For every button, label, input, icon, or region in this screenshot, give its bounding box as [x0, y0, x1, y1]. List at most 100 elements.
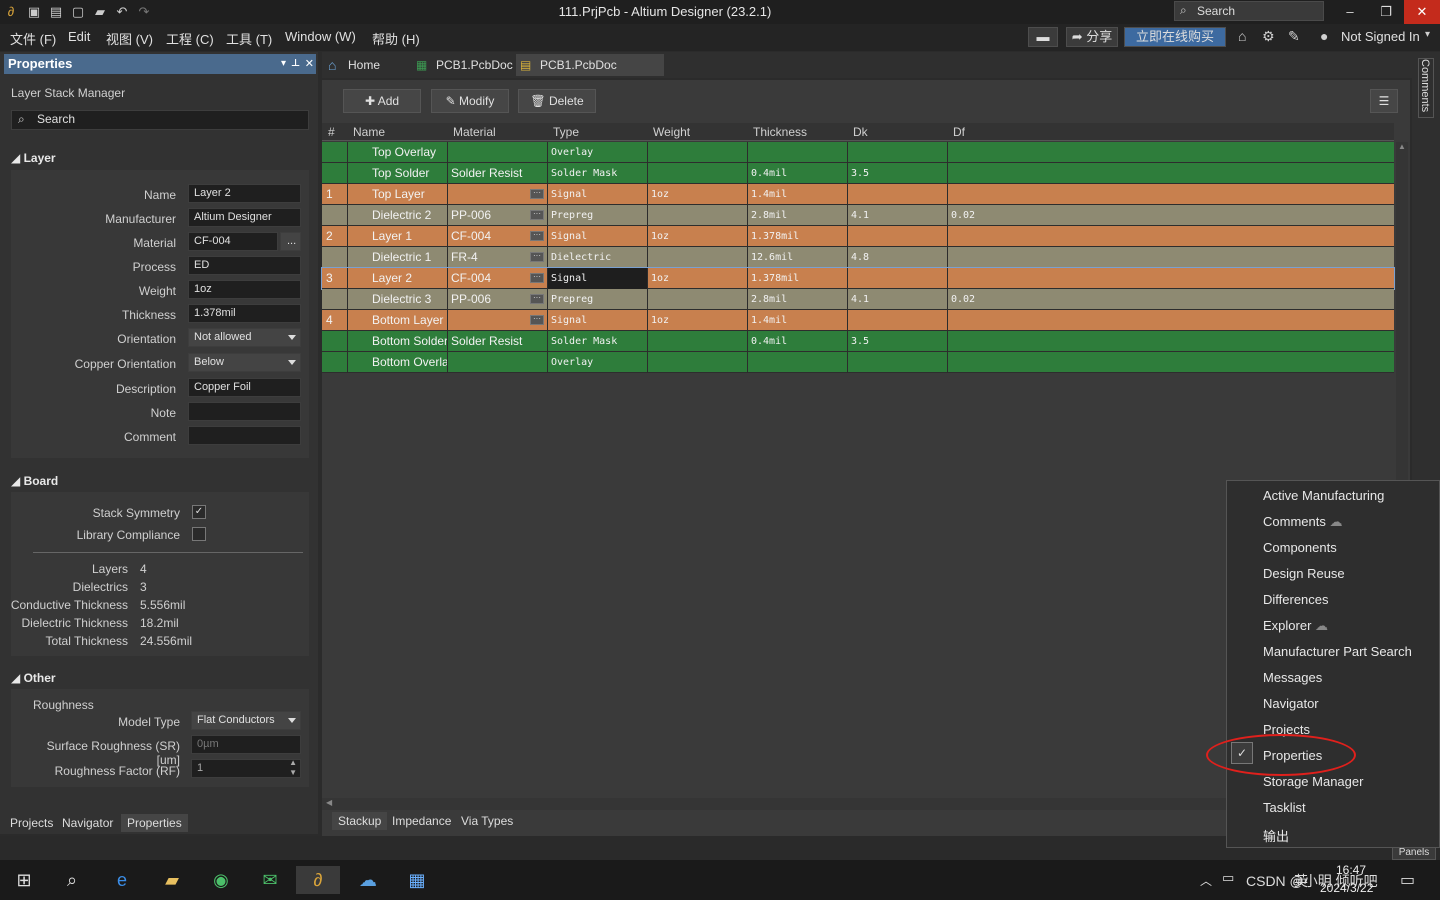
field-select[interactable]: Below — [188, 353, 301, 372]
panel-menu-item[interactable]: Components — [1263, 540, 1337, 555]
panel-menu-item[interactable]: Design Reuse — [1263, 566, 1345, 581]
tray-chevron-icon[interactable]: ︿ — [1200, 872, 1212, 889]
menu-edit[interactable]: Edit — [68, 29, 90, 44]
table-row[interactable]: 2 Layer 1 CF-004 Signal 1oz 1.378mil ··· — [322, 226, 1394, 247]
column-header[interactable]: Df — [953, 125, 965, 139]
field-input[interactable]: CF-004 — [188, 232, 278, 251]
dropdown-icon[interactable]: ▾ — [281, 54, 286, 74]
chevron-down-icon[interactable]: ▾ — [1425, 29, 1430, 40]
material-browse-button[interactable]: ... — [280, 232, 301, 251]
model-type-select[interactable]: Flat Conductors — [191, 711, 301, 730]
browser-icon[interactable]: ◉ — [207, 866, 235, 894]
column-header[interactable]: Dk — [853, 125, 868, 139]
panel-menu-item[interactable]: Manufacturer Part Search — [1263, 644, 1412, 659]
panel-menu-item[interactable]: Messages — [1263, 670, 1322, 685]
stepper-icon[interactable]: ▲ ▼ — [289, 758, 297, 778]
column-header[interactable]: Name — [353, 125, 385, 139]
material-picker-button[interactable]: ··· — [530, 210, 544, 220]
panel-menu-item[interactable]: Comments ☁ — [1263, 514, 1342, 530]
notification-icon[interactable]: ▭ — [1400, 870, 1415, 890]
wechat-icon[interactable]: ✉ — [256, 866, 284, 894]
field-input[interactable]: 1oz — [188, 280, 301, 299]
tab-pcb-doc[interactable]: ▦PCB1.PcbDoc * — [412, 54, 514, 94]
table-row[interactable]: 4 Bottom Layer Signal 1oz 1.4mil ··· — [322, 310, 1394, 331]
menu-tools[interactable]: 工具 (T) — [226, 29, 272, 48]
pin-icon[interactable]: ⊥ — [291, 54, 300, 74]
field-input[interactable] — [188, 426, 301, 445]
table-row[interactable]: Top Solder Solder Resist Solder Mask 0.4mil… — [322, 163, 1394, 184]
scroll-left-icon[interactable]: ◀ — [326, 798, 332, 807]
menu-icon[interactable]: ☰ — [1370, 89, 1398, 113]
tab-pcb-stackup[interactable]: ▤PCB1.PcbDoc [Stackup] * — [516, 54, 664, 94]
column-header[interactable]: Weight — [653, 125, 690, 139]
table-row[interactable]: Top Overlay Overlay — [322, 142, 1394, 163]
stack-symmetry-checkbox[interactable]: ✓ — [192, 505, 206, 519]
calculator-icon[interactable]: ▦ — [403, 866, 431, 894]
file-explorer-icon[interactable]: ▰ — [158, 866, 186, 894]
panel-menu-item[interactable]: Explorer ☁ — [1263, 618, 1328, 634]
column-header[interactable]: Material — [453, 125, 496, 139]
table-row[interactable]: Dielectric 1 FR-4 Dielectric 12.6mil 4.8 ··· — [322, 247, 1394, 268]
panel-menu-item[interactable]: Navigator — [1263, 696, 1319, 711]
library-compliance-checkbox[interactable] — [192, 527, 206, 541]
material-picker-button[interactable]: ··· — [530, 273, 544, 283]
field-input[interactable]: Layer 2 — [188, 184, 301, 203]
tab-home-page[interactable]: ⌂Home Page — [324, 54, 410, 94]
chat-button[interactable]: ▬ — [1028, 27, 1058, 47]
panel-menu-item[interactable]: Tasklist — [1263, 800, 1306, 815]
menu-view[interactable]: 视图 (V) — [106, 29, 153, 48]
tab-stackup[interactable]: Stackup — [332, 812, 388, 830]
search-icon[interactable]: ⌕ — [58, 866, 86, 894]
buy-online-button[interactable]: 立即在线购买 — [1124, 27, 1226, 47]
scroll-up-icon[interactable]: ▲ — [1398, 142, 1406, 151]
table-row[interactable]: 3 Layer 2 CF-004 Signal 1oz 1.378mil ··· — [321, 267, 1395, 290]
left-tab-navigator[interactable]: Navigator — [56, 814, 119, 832]
column-header[interactable]: # — [328, 125, 335, 139]
table-row[interactable]: Dielectric 3 PP-006 Prepreg 2.8mil 4.1 0.02 ··… — [322, 289, 1394, 310]
user-icon[interactable]: ● — [1320, 28, 1328, 44]
menu-help[interactable]: 帮助 (H) — [372, 29, 420, 48]
minimize-button[interactable]: – — [1332, 0, 1368, 24]
tab-impedance[interactable]: Impedance — [386, 812, 457, 830]
windows-start-icon[interactable]: ⊞ — [10, 866, 38, 894]
layer-section-header[interactable]: ◢ Layer — [11, 151, 56, 165]
left-tab-properties[interactable]: Properties — [121, 814, 188, 832]
tab-via-types[interactable]: Via Types — [455, 812, 519, 830]
gear-icon[interactable]: ⚙ — [1262, 28, 1275, 45]
panel-menu-item[interactable]: Active Manufacturing — [1263, 488, 1384, 503]
field-select[interactable]: Not allowed — [188, 328, 301, 347]
table-row[interactable]: Dielectric 2 PP-006 Prepreg 2.8mil 4.1 0.02 ··… — [322, 205, 1394, 226]
material-picker-button[interactable]: ··· — [530, 189, 544, 199]
column-header[interactable]: Thickness — [753, 125, 807, 139]
menu-project[interactable]: 工程 (C) — [166, 29, 214, 48]
add-layer-button[interactable]: ✚ Add — [343, 89, 421, 113]
material-picker-button[interactable]: ··· — [530, 315, 544, 325]
close-panel-icon[interactable]: ✕ — [305, 54, 314, 74]
column-header[interactable]: Type — [553, 125, 579, 139]
menu-window[interactable]: Window (W) — [285, 29, 356, 44]
surface-roughness-input[interactable]: 0µm — [191, 735, 301, 754]
maximize-button[interactable]: ❐ — [1368, 0, 1404, 24]
modify-layer-button[interactable]: ✎ Modify — [431, 89, 509, 113]
share-button[interactable]: ➦ 分享 — [1066, 27, 1118, 47]
table-row[interactable]: 1 Top Layer Signal 1oz 1.4mil ··· — [322, 184, 1394, 205]
field-input[interactable]: 1.378mil — [188, 304, 301, 323]
network-icon[interactable]: ▭ — [1222, 870, 1234, 886]
left-tab-projects[interactable]: Projects — [4, 814, 59, 832]
panel-menu-item[interactable]: 输出 — [1263, 826, 1289, 845]
altium-taskbar-icon[interactable]: ∂ — [296, 866, 340, 894]
close-button[interactable]: ✕ — [1404, 0, 1440, 24]
cloud-app-icon[interactable]: ☁ — [354, 866, 382, 894]
field-input[interactable] — [188, 402, 301, 421]
material-picker-button[interactable]: ··· — [530, 294, 544, 304]
field-input[interactable]: Altium Designer — [188, 208, 301, 227]
properties-search-input[interactable]: Search — [11, 110, 309, 130]
global-search-input[interactable]: Search — [1174, 1, 1324, 21]
ime-indicator[interactable]: 英 — [1294, 871, 1308, 891]
field-input[interactable]: Copper Foil — [188, 378, 301, 397]
material-picker-button[interactable]: ··· — [530, 252, 544, 262]
panel-menu-item[interactable]: Storage Manager — [1263, 774, 1363, 789]
board-section-header[interactable]: ◢ Board — [11, 474, 58, 488]
edge-browser-icon[interactable]: e — [108, 866, 136, 894]
material-picker-button[interactable]: ··· — [530, 231, 544, 241]
